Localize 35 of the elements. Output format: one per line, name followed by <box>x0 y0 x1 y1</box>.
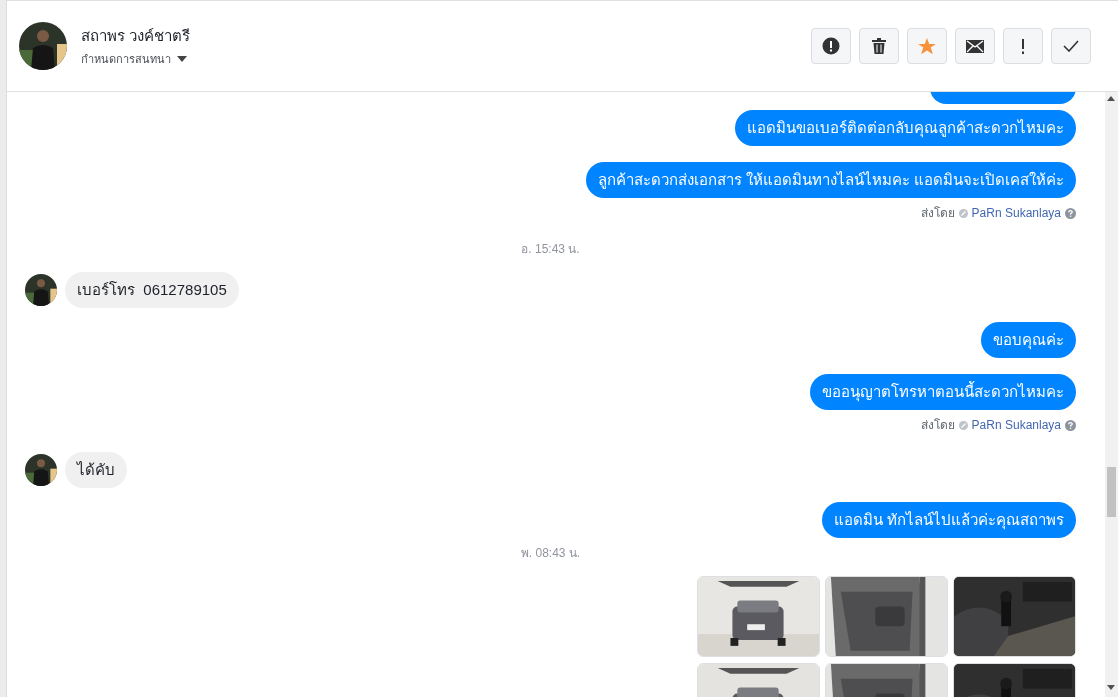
message-bubble: เบอร์โทร 0612789105 <box>65 272 239 308</box>
star-icon <box>918 37 936 55</box>
trash-button[interactable] <box>859 28 899 64</box>
caret-icon <box>177 56 187 63</box>
check-button[interactable] <box>1051 28 1091 64</box>
star-button[interactable] <box>907 28 947 64</box>
help-icon[interactable] <box>1065 207 1076 219</box>
mail-button[interactable] <box>955 28 995 64</box>
message-bubble: ขอบคุณค่ะ <box>981 322 1076 358</box>
message-bubble: แอดมินขอเบอร์ติดต่อกลับคุณลูกค้าสะดวกไหมคะ <box>735 110 1076 146</box>
sender-name[interactable]: PaRn Sukanlaya <box>971 416 1061 434</box>
help-icon[interactable] <box>1065 419 1076 431</box>
sent-by-label: ส่งโดย <box>920 417 955 434</box>
verified-icon <box>958 208 968 218</box>
contact-name: สถาพร วงค์ชาตรี <box>81 25 191 46</box>
message-bubble: แอดมิน ทักไลน์ไปแล้วค่ะคุณสถาพร <box>821 502 1076 538</box>
timestamp: พ. 08:43 น. <box>520 545 581 562</box>
message-bubble: ลูกค้าสะดวกส่งเอกสาร ให้แอดมินทางไลน์ไหมคะ แอดมินจะเปิดเคสให้ค่ะ <box>585 162 1076 198</box>
alert-icon <box>822 37 840 55</box>
mail-icon <box>966 39 984 53</box>
verified-icon <box>958 420 968 430</box>
trash-icon <box>872 38 886 54</box>
sender-name[interactable]: PaRn Sukanlaya <box>971 204 1061 222</box>
scroll-up-icon[interactable] <box>1107 96 1115 101</box>
sent-by-label: ส่งโดย <box>920 205 955 222</box>
exclamation-icon <box>1021 38 1025 54</box>
alert-button[interactable] <box>811 28 851 64</box>
scroll-down-icon[interactable] <box>1107 685 1115 690</box>
timestamp: อ. 15:43 น. <box>521 241 580 258</box>
message-bubble: ขออนุญาตโทรหาตอนนี้สะดวกไหมคะ <box>810 374 1076 410</box>
conversation-menu[interactable]: กำหนดการสนทนา <box>81 51 191 68</box>
message-bubble: ได้คับ <box>65 452 127 488</box>
scroll-thumb[interactable] <box>1107 467 1116 517</box>
scrollbar[interactable] <box>1105 92 1118 697</box>
check-icon <box>1063 40 1079 52</box>
